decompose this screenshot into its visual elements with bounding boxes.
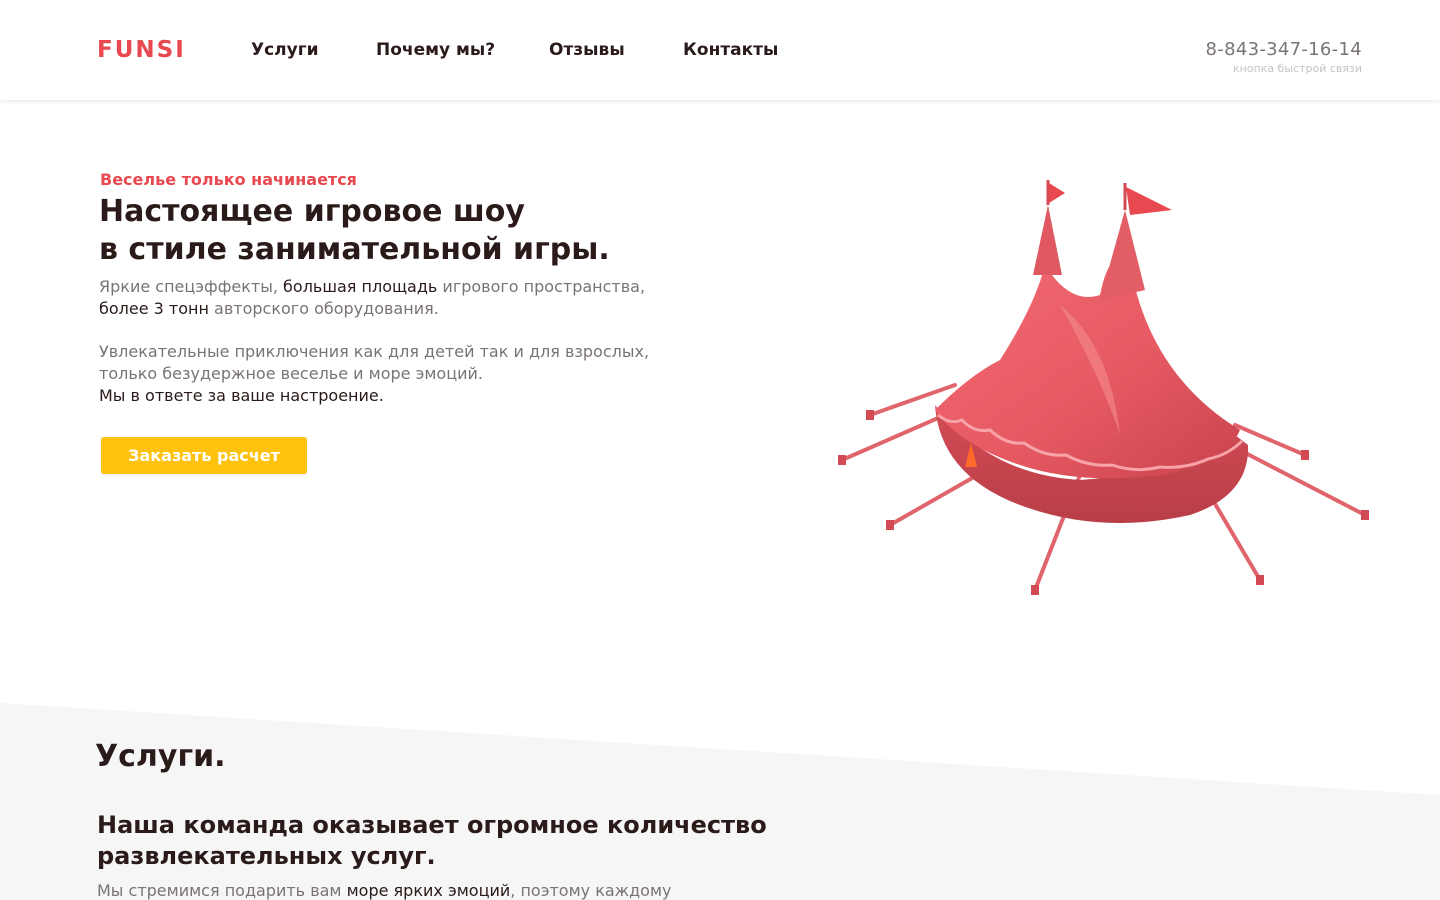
hero-description: Яркие спецэффекты, большая площадь игров… <box>99 276 649 407</box>
phone-block[interactable]: 8-843-347-16-14 кнопка быстрой связи <box>1206 39 1362 75</box>
services-text: Мы стремимся подарить вам море ярких эмо… <box>97 880 671 900</box>
phone-hint: кнопка быстрой связи <box>1232 62 1362 75</box>
hero-eyebrow: Веселье только начинается <box>100 170 357 189</box>
hero-paragraph-2-line1: Увлекательные приключения как для детей … <box>99 342 650 361</box>
text-span: игрового пространства, <box>437 277 646 296</box>
highlight-text: более 3 тонн <box>99 299 209 318</box>
text-span: авторского оборудования. <box>208 299 439 318</box>
nav-item-contacts[interactable]: Контакты <box>683 38 778 62</box>
services-title: Услуги. <box>95 739 226 774</box>
logo-text: FUNSI <box>97 37 186 63</box>
hero-title: Настоящее игровое шоу в стиле заниматель… <box>99 193 610 269</box>
hero-title-line1: Настоящее игровое шоу <box>99 194 525 229</box>
hero-paragraph-2-line3: Мы в ответе за ваше настроение. <box>99 386 384 405</box>
hero-paragraph-1-line2: более 3 тонн авторского оборудования. <box>99 298 649 320</box>
highlight-text: море ярких эмоций <box>346 881 511 900</box>
circus-tent-illustration <box>838 180 1369 595</box>
text-span: Яркие спецэффекты, <box>99 277 284 296</box>
text-span: , поэтому каждому <box>510 881 672 900</box>
services-lead: Наша команда оказывает огромное количест… <box>97 810 767 872</box>
services-lead-line1: Наша команда оказывает огромное количест… <box>97 811 767 839</box>
logo[interactable]: FUNSI <box>97 36 186 64</box>
nav-item-services[interactable]: Услуги <box>251 38 319 62</box>
hero-title-line2: в стиле занимательной игры. <box>99 232 610 267</box>
hero-paragraph-2-line2: только безудержное веселье и море эмоций… <box>99 364 483 383</box>
hero-section: Веселье только начинается Настоящее игро… <box>0 100 1440 700</box>
phone-number[interactable]: 8-843-347-16-14 <box>1206 39 1362 61</box>
services-lead-line2: развлекательных услуг. <box>97 842 436 870</box>
text-span: Мы стремимся подарить вам <box>97 881 347 900</box>
order-estimate-button[interactable]: Заказать расчет <box>101 437 307 474</box>
nav-item-reviews[interactable]: Отзывы <box>549 38 625 62</box>
hero-paragraph-1-line1: Яркие спецэффекты, большая площадь игров… <box>99 276 649 298</box>
highlight-text: большая площадь <box>283 277 438 296</box>
nav-item-why-us[interactable]: Почему мы? <box>376 38 495 62</box>
site-header: FUNSI Услуги Почему мы? Отзывы Контакты … <box>0 0 1440 100</box>
